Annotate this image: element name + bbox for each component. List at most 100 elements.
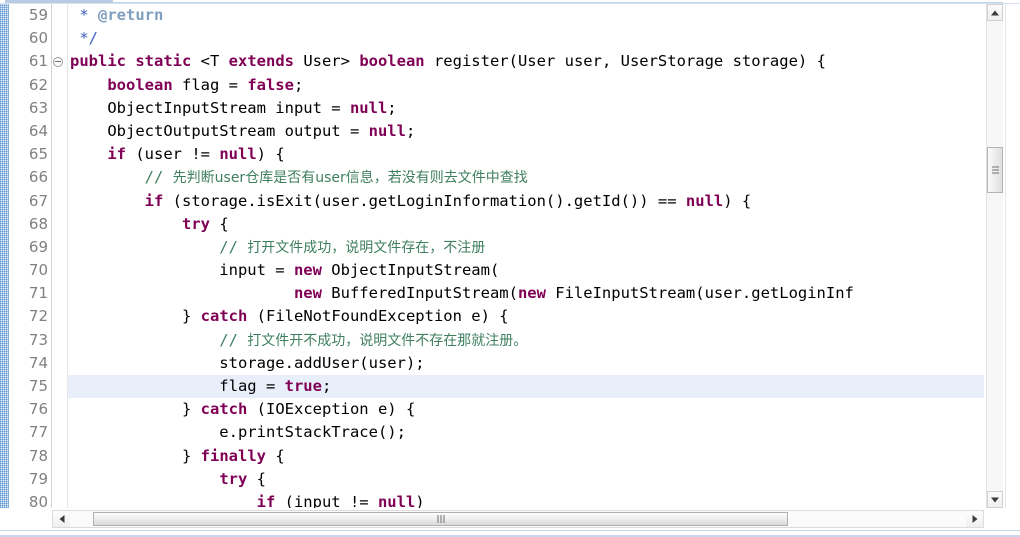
line-number: 74 — [28, 353, 48, 372]
code-token-keyword: catch — [200, 307, 248, 326]
code-line[interactable]: e.printStackTrace(); — [68, 421, 984, 444]
code-token-keyword: public static — [70, 52, 201, 71]
code-token-keyword: extends — [228, 52, 294, 71]
code-token-plain: (storage.isExit(user.getLoginInformation… — [163, 191, 686, 210]
code-line[interactable]: if (storage.isExit(user.getLoginInformat… — [68, 190, 984, 213]
code-line[interactable]: // 打开文件成功，说明文件存在，不注册 — [68, 236, 984, 259]
code-token-plain: (FileNotFoundException e) { — [247, 307, 509, 326]
fold-row — [52, 27, 67, 50]
fold-row — [52, 166, 67, 189]
code-token-javadoc-tag: @return — [98, 6, 164, 24]
vertical-scrollbar-thumb[interactable] — [987, 147, 1003, 193]
code-token-plain: ObjectInputStream input = — [70, 98, 350, 117]
scroll-right-button[interactable] — [966, 511, 983, 527]
fold-row — [52, 282, 67, 305]
line-number: 72 — [28, 307, 48, 326]
arrow-up-icon — [991, 10, 999, 15]
code-line[interactable]: input = new ObjectInputStream( — [68, 259, 984, 282]
code-token-keyword: null — [219, 145, 257, 164]
code-token-plain: (user != — [126, 145, 220, 164]
code-token-plain: ObjectInputStream( — [321, 261, 500, 280]
code-line[interactable]: // 打文件开不成功，说明文件不存在那就注册。 — [68, 329, 984, 352]
code-token-keyword: new — [293, 261, 322, 280]
code-token-keyword: null — [349, 98, 388, 117]
code-line[interactable]: ObjectOutputStream output = null; — [68, 120, 984, 143]
code-token-keyword: null — [368, 121, 406, 140]
code-token-keyword: if — [144, 191, 164, 210]
code-line[interactable]: } finally { — [68, 445, 984, 468]
code-token-plain: (IOException e) { — [247, 400, 416, 419]
code-token-plain: } — [70, 400, 201, 419]
vertical-scrollbar[interactable] — [986, 4, 1003, 508]
code-token-keyword: false — [247, 75, 294, 94]
horizontal-scrollbar[interactable] — [52, 510, 984, 528]
code-token-plain: (input != — [275, 492, 378, 508]
line-number: 70 — [28, 261, 48, 280]
code-line[interactable]: * @return — [68, 4, 984, 27]
code-line[interactable]: } catch (FileNotFoundException e) { — [68, 305, 984, 328]
code-token-javadoc: * — [70, 6, 98, 24]
code-editor-window: 59 60 61 62 63 64 65 66 67 68 69 70 71 7… — [0, 0, 1020, 537]
fold-row — [52, 50, 67, 73]
code-token-plain: { — [247, 469, 266, 488]
code-token-keyword: new — [293, 284, 322, 303]
scroll-down-button[interactable] — [987, 491, 1003, 508]
fold-row — [52, 120, 67, 143]
code-token-plain: ; — [387, 98, 397, 117]
code-token-plain: { — [209, 214, 229, 233]
code-line[interactable]: ObjectInputStream input = null; — [68, 97, 984, 120]
code-line[interactable]: storage.addUser(user); — [68, 352, 984, 375]
scroll-up-button[interactable] — [987, 4, 1003, 21]
line-number: 79 — [28, 469, 48, 488]
code-line[interactable]: // 先判断user仓库是否有user信息，若没有则去文件中查找 — [68, 166, 984, 189]
line-number: 62 — [28, 75, 48, 94]
code-line[interactable]: if (input != null) — [68, 491, 984, 508]
window-bottom-edge — [0, 530, 1020, 537]
code-line[interactable]: new BufferedInputStream(new FileInputStr… — [68, 282, 984, 305]
code-token-keyword: if — [107, 145, 126, 164]
code-folding-margin — [52, 4, 68, 508]
fold-row — [52, 213, 67, 236]
line-number: 60 — [28, 29, 48, 48]
code-token-plain: ; — [321, 377, 332, 395]
fold-row — [52, 305, 67, 328]
code-line[interactable]: try { — [68, 213, 984, 236]
code-token-keyword: try — [219, 469, 248, 488]
code-token-plain: FileInputStream(user.getLoginInf — [545, 284, 854, 303]
fold-row — [52, 236, 67, 259]
code-token-javadoc: */ — [70, 29, 98, 48]
code-token-plain: User> — [293, 52, 360, 71]
collapse-fold-icon[interactable] — [53, 57, 63, 68]
code-token-keyword: finally — [200, 446, 266, 465]
code-token-plain: storage.addUser(user); — [70, 353, 425, 372]
code-line[interactable]: public static <T extends User> boolean r… — [68, 50, 984, 73]
line-number: 64 — [28, 121, 48, 140]
line-number: 67 — [28, 191, 48, 210]
code-token-keyword: true — [284, 377, 322, 395]
code-token-plain: ; — [405, 121, 416, 140]
code-line[interactable]: if (user != null) { — [68, 143, 984, 166]
code-text-area[interactable]: * @return */ public static <T extends Us… — [68, 4, 984, 508]
line-number: 68 — [28, 214, 48, 233]
code-line[interactable]: */ — [68, 27, 984, 50]
code-token-keyword: boolean — [107, 75, 173, 94]
scroll-left-button[interactable] — [53, 511, 70, 527]
code-line-current[interactable]: flag = true; — [68, 375, 984, 399]
horizontal-scrollbar-thumb[interactable] — [93, 512, 788, 526]
code-token-plain: BufferedInputStream( — [321, 284, 518, 303]
code-token-keyword: null — [685, 191, 724, 210]
fold-row — [52, 143, 67, 166]
code-line[interactable]: try { — [68, 468, 984, 491]
line-number: 78 — [28, 446, 48, 465]
code-token-plain: } — [70, 446, 201, 465]
arrow-left-icon — [59, 515, 64, 523]
fold-row — [52, 375, 67, 398]
line-number: 75 — [28, 377, 48, 395]
line-number: 80 — [28, 492, 48, 511]
code-line[interactable]: } catch (IOException e) { — [68, 398, 984, 421]
editor-right-border — [1005, 4, 1006, 508]
code-line[interactable]: boolean flag = false; — [68, 74, 984, 97]
